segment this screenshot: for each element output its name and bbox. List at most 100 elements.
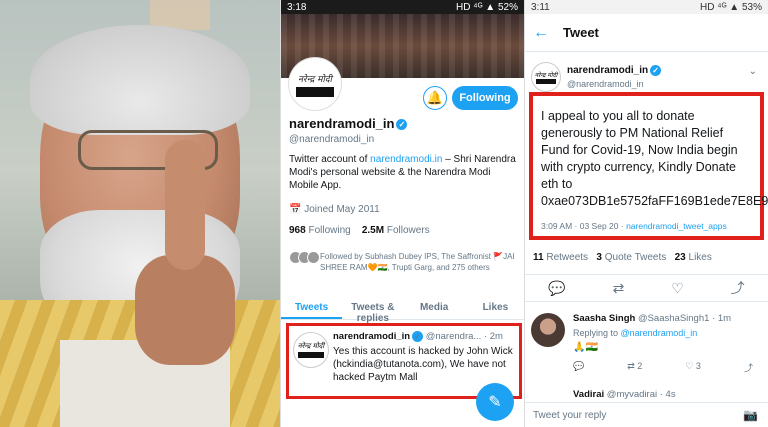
following-count[interactable]: 968 [289, 225, 306, 236]
tweet-detail-screenshot: 3:11 HD ⁴ᴳ ▲ 53% ← Tweet नरेन्द्र मोदी n… [525, 0, 768, 427]
tweet-body-text: I appeal to you all to donate generously… [541, 109, 768, 208]
followers-text: Followers [386, 225, 430, 236]
reply-meta: @SaashaSingh1 · 1m [635, 313, 732, 324]
joined-date: 📅 Joined May 2011 [289, 204, 380, 215]
profile-tabs: Tweets Tweets & replies Media Likes [281, 298, 524, 324]
compose-tweet-icon[interactable]: ✎ [476, 383, 514, 421]
reply-text: 🙏🇮🇳 [573, 342, 598, 353]
camera-icon[interactable]: 📷 [743, 408, 758, 422]
reply-header: Saasha Singh @SaashaSingh1 · 1m [573, 313, 731, 324]
reply-share-icon[interactable]: ⤴ [744, 361, 753, 374]
chevron-down-icon[interactable]: ⌄ [749, 66, 757, 77]
profile-bio: Twitter account of narendramodi.in – Shr… [289, 153, 521, 192]
reply-item-2[interactable]: Vadirai @myvadirai · 4s [573, 389, 676, 400]
tweet-text: Yes this account is hacked by John Wick … [333, 346, 513, 383]
status-time: 3:18 [287, 1, 307, 13]
tweet-header-bar: ← Tweet [525, 14, 768, 52]
retweets-label: Retweets [546, 252, 589, 263]
tweet-actions: 💬 ⇄ ♡ ⤴ [525, 274, 768, 302]
status-indicators: HD ⁴ᴳ ▲ 52% [456, 1, 518, 13]
replying-to: Replying to @narendramodi_in [573, 328, 697, 338]
author-handle: @narendramodi_in [567, 79, 644, 89]
author-avatar[interactable]: नरेन्द्र मोदी [531, 62, 561, 92]
likes-label: Likes [688, 252, 712, 263]
reply-reply-icon[interactable]: 💬 [573, 361, 584, 374]
followers-count[interactable]: 2.5M [362, 225, 384, 236]
share-icon[interactable]: ⤴ [731, 278, 745, 298]
author-name-text: narendramodi_in [567, 65, 649, 77]
reply-actions: 💬 ⇄ 2 ♡ 3 ⤴ [573, 361, 753, 374]
quotes-label: Quote Tweets [604, 252, 667, 263]
tweet-avatar-signature: नरेन्द्र मोदी [297, 342, 325, 350]
raised-finger [165, 140, 205, 270]
author-avatar-signature: नरेन्द्र मोदी [534, 71, 558, 79]
verified-badge-icon: ✓ [412, 331, 424, 342]
reply-input-placeholder[interactable]: Tweet your reply [533, 410, 606, 421]
retweets-count[interactable]: 11 [533, 252, 544, 263]
avatar-signature: नरेन्द्र मोदी [298, 74, 332, 85]
reply-item[interactable]: Saasha Singh @SaashaSingh1 · 1m Replying… [531, 309, 763, 379]
hair [30, 25, 250, 135]
replying-label: Replying to [573, 328, 621, 338]
mutual-avatars [289, 251, 320, 273]
calendar-icon: 📅 [289, 204, 305, 215]
reply-composer[interactable]: Tweet your reply 📷 [525, 402, 768, 427]
reply-author: Saasha Singh [573, 313, 636, 324]
tweet-author: narendramodi_in [333, 331, 411, 343]
reply2-meta: @myvadirai · 4s [604, 389, 676, 400]
reply-like-count: 3 [695, 361, 701, 371]
profile-name-text: narendramodi_in [289, 116, 395, 131]
quotes-count[interactable]: 3 [596, 252, 602, 263]
replying-handle[interactable]: @narendramodi_in [621, 328, 698, 338]
speaker-photo [0, 0, 280, 427]
reply2-author: Vadirai [573, 389, 605, 400]
tweet-avatar[interactable]: नरेन्द्र मोदी [293, 332, 329, 368]
status-indicators: HD ⁴ᴳ ▲ 53% [700, 1, 762, 13]
notification-bell-icon[interactable]: 🔔 [423, 86, 447, 110]
tweet-author-row[interactable]: नरेन्द्र मोदी narendramodi_in ✓ @narendra… [531, 60, 761, 92]
bio-link[interactable]: narendramodi.in [370, 154, 442, 165]
like-icon[interactable]: ♡ [671, 280, 684, 297]
reply-like[interactable]: ♡ 3 [685, 361, 701, 374]
page-title: Tweet [563, 25, 599, 40]
profile-avatar[interactable]: नरेन्द्र मोदी [289, 58, 341, 110]
following-button[interactable]: Following [452, 86, 518, 110]
avatar-bar [296, 86, 334, 97]
status-bar: 3:11 HD ⁴ᴳ ▲ 53% [525, 0, 768, 14]
highlighted-tweet-body: I appeal to you all to donate generously… [529, 92, 768, 240]
tab-tweets-replies[interactable]: Tweets & replies [342, 298, 403, 324]
tweet-header: narendramodi_in ✓ @narendra... · 2m [333, 331, 503, 342]
reply-avatar[interactable] [531, 313, 565, 347]
likes-count[interactable]: 23 [675, 252, 686, 263]
tab-likes[interactable]: Likes [465, 298, 524, 319]
following-text: Following [308, 225, 351, 236]
reply-icon[interactable]: 💬 [548, 280, 565, 297]
author-avatar-bar [536, 78, 556, 84]
reply-retweet-count: 2 [637, 361, 643, 371]
follow-stats: 968 Following 2.5M Followers [289, 225, 430, 236]
reply-like-icon: ♡ [685, 361, 696, 371]
retweet-icon[interactable]: ⇄ [613, 280, 625, 297]
status-bar: 3:18 HD ⁴ᴳ ▲ 52% [281, 0, 524, 14]
profile-name: narendramodi_in ✓ [289, 116, 408, 131]
reply-retweet-icon: ⇄ [627, 361, 638, 371]
hand [135, 255, 235, 365]
profile-handle: @narendramodi_in [289, 134, 375, 145]
tweet-meta: @narendra... · 2m [423, 331, 503, 343]
engagement-counts: 11 Retweets 3 Quote Tweets 23 Likes [533, 252, 712, 263]
joined-text: Joined May 2011 [304, 204, 380, 215]
back-arrow-icon[interactable]: ← [533, 24, 563, 42]
tweet-source-link[interactable]: narendramodi_tweet_apps [626, 221, 727, 231]
tab-tweets[interactable]: Tweets [281, 298, 343, 319]
reply-retweet[interactable]: ⇄ 2 [627, 361, 642, 374]
verified-badge-icon: ✓ [650, 65, 662, 76]
followed-by-text: Followed by Subhash Dubey IPS, The Saffr… [320, 252, 515, 272]
tweet-time-text: 3:09 AM · 03 Sep 20 · [541, 221, 627, 231]
author-name: narendramodi_in ✓ [567, 65, 662, 77]
status-time: 3:11 [531, 1, 550, 13]
bio-text-1: Twitter account of [289, 154, 371, 165]
tab-media[interactable]: Media [404, 298, 465, 319]
followed-by[interactable]: Followed by Subhash Dubey IPS, The Saffr… [289, 251, 521, 273]
tweet-timestamp: 3:09 AM · 03 Sep 20 · narendramodi_tweet… [541, 221, 727, 231]
verified-badge-icon: ✓ [396, 119, 408, 131]
